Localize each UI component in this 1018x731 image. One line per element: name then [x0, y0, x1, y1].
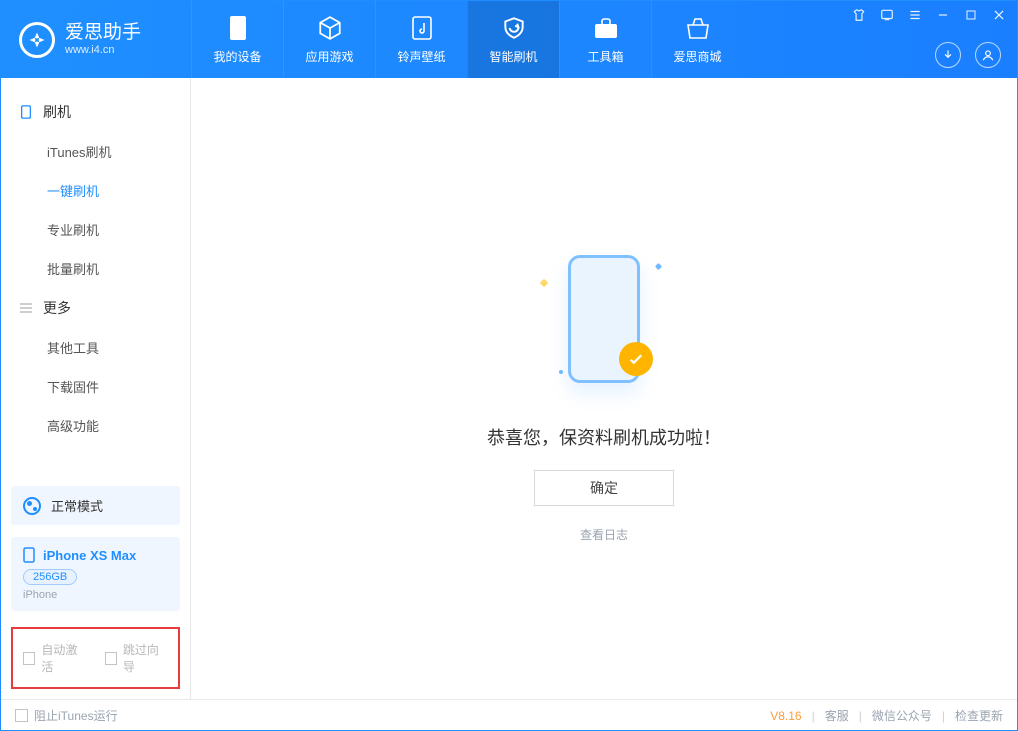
- main-content: 恭喜您，保资料刷机成功啦！ 确定 查看日志: [191, 78, 1017, 699]
- success-message: 恭喜您，保资料刷机成功啦！: [487, 424, 721, 450]
- footer-link-wechat[interactable]: 微信公众号: [872, 707, 932, 724]
- tab-label: 爱思商城: [673, 48, 721, 65]
- phone-small-icon: [23, 547, 35, 563]
- footer: 阻止iTunes运行 V8.16 | 客服 | 微信公众号 | 检查更新: [1, 699, 1017, 731]
- list-icon: [19, 301, 33, 315]
- device-info-box[interactable]: iPhone XS Max 256GB iPhone: [11, 537, 180, 611]
- tab-smart-flash[interactable]: 智能刷机: [467, 1, 559, 78]
- feedback-icon[interactable]: [879, 7, 895, 23]
- footer-right: V8.16 | 客服 | 微信公众号 | 检查更新: [770, 707, 1003, 724]
- body: 刷机 iTunes刷机 一键刷机 专业刷机 批量刷机 更多 其他工具 下载固件 …: [1, 78, 1017, 699]
- device-name-label: iPhone XS Max: [43, 548, 136, 563]
- sidebar-item-oneclick-flash[interactable]: 一键刷机: [1, 171, 190, 210]
- success-illustration: [519, 234, 689, 404]
- minimize-icon[interactable]: [935, 7, 951, 23]
- sidebar-item-other-tools[interactable]: 其他工具: [1, 328, 190, 367]
- divider: |: [812, 709, 815, 723]
- checkbox-auto-activate[interactable]: 自动激活: [23, 641, 87, 675]
- window-controls: [851, 7, 1007, 23]
- device-icon: [224, 14, 252, 42]
- view-log-link[interactable]: 查看日志: [580, 526, 628, 543]
- checkbox-label: 阻止iTunes运行: [34, 707, 118, 724]
- checkbox-icon: [105, 652, 117, 665]
- logo-icon: [19, 22, 55, 58]
- mode-icon: [23, 497, 41, 515]
- cube-icon: [316, 14, 344, 42]
- tab-ringtones-wallpaper[interactable]: 铃声壁纸: [375, 1, 467, 78]
- device-storage-chip: 256GB: [23, 569, 77, 585]
- tab-apps-games[interactable]: 应用游戏: [283, 1, 375, 78]
- checkbox-skip-guide[interactable]: 跳过向导: [105, 641, 169, 675]
- refresh-shield-icon: [500, 14, 528, 42]
- music-file-icon: [408, 14, 436, 42]
- sparkle-icon: [655, 263, 662, 270]
- top-tabs: 我的设备 应用游戏 铃声壁纸 智能刷机 工具箱 爱思商城: [191, 1, 743, 78]
- logo-block: 爱思助手 www.i4.cn: [1, 1, 191, 78]
- group-title-label: 更多: [43, 298, 71, 318]
- version-label: V8.16: [770, 709, 801, 723]
- sparkle-icon: [540, 279, 548, 287]
- shirt-icon[interactable]: [851, 7, 867, 23]
- checkbox-label: 自动激活: [41, 641, 86, 675]
- check-badge-icon: [619, 342, 653, 376]
- app-name-zh: 爱思助手: [65, 23, 141, 44]
- sidebar-item-itunes-flash[interactable]: iTunes刷机: [1, 132, 190, 171]
- tab-toolbox[interactable]: 工具箱: [559, 1, 651, 78]
- header-right: [851, 1, 1017, 78]
- options-highlight-box: 自动激活 跳过向导: [11, 627, 180, 689]
- sidebar-item-advanced[interactable]: 高级功能: [1, 406, 190, 445]
- close-icon[interactable]: [991, 7, 1007, 23]
- checkbox-block-itunes[interactable]: 阻止iTunes运行: [15, 707, 118, 724]
- group-title-label: 刷机: [43, 102, 71, 122]
- device-mode-box[interactable]: 正常模式: [11, 486, 180, 525]
- menu-icon[interactable]: [907, 7, 923, 23]
- phone-icon: [19, 105, 33, 119]
- checkbox-label: 跳过向导: [123, 641, 168, 675]
- sidebar-group-flash: 刷机: [1, 92, 190, 132]
- divider: |: [942, 709, 945, 723]
- sidebar: 刷机 iTunes刷机 一键刷机 专业刷机 批量刷机 更多 其他工具 下载固件 …: [1, 78, 191, 699]
- tab-label: 工具箱: [587, 48, 623, 65]
- checkbox-icon: [15, 709, 28, 722]
- app-name-en: www.i4.cn: [65, 44, 141, 56]
- app-title: 爱思助手 www.i4.cn: [65, 23, 141, 56]
- tab-label: 我的设备: [213, 48, 261, 65]
- tab-label: 应用游戏: [305, 48, 353, 65]
- sidebar-item-pro-flash[interactable]: 专业刷机: [1, 210, 190, 249]
- user-icon[interactable]: [975, 42, 1001, 68]
- device-type-label: iPhone: [23, 589, 168, 601]
- sparkle-icon: [559, 370, 563, 374]
- device-mode-label: 正常模式: [51, 496, 103, 515]
- header-action-icons: [851, 42, 1007, 68]
- toolbox-icon: [592, 14, 620, 42]
- checkbox-icon: [23, 652, 35, 665]
- tab-label: 铃声壁纸: [397, 48, 445, 65]
- tab-my-device[interactable]: 我的设备: [191, 1, 283, 78]
- tab-label: 智能刷机: [489, 48, 537, 65]
- shop-icon: [684, 14, 712, 42]
- sidebar-item-download-firmware[interactable]: 下载固件: [1, 367, 190, 406]
- maximize-icon[interactable]: [963, 7, 979, 23]
- ok-button[interactable]: 确定: [534, 470, 674, 506]
- sidebar-item-batch-flash[interactable]: 批量刷机: [1, 249, 190, 288]
- footer-link-update[interactable]: 检查更新: [955, 707, 1003, 724]
- header: 爱思助手 www.i4.cn 我的设备 应用游戏 铃声壁纸 智能刷机 工具箱 爱…: [1, 1, 1017, 78]
- sidebar-group-more: 更多: [1, 288, 190, 328]
- divider: |: [859, 709, 862, 723]
- footer-link-support[interactable]: 客服: [825, 707, 849, 724]
- tab-mall[interactable]: 爱思商城: [651, 1, 743, 78]
- device-name-row: iPhone XS Max: [23, 547, 168, 563]
- download-icon[interactable]: [935, 42, 961, 68]
